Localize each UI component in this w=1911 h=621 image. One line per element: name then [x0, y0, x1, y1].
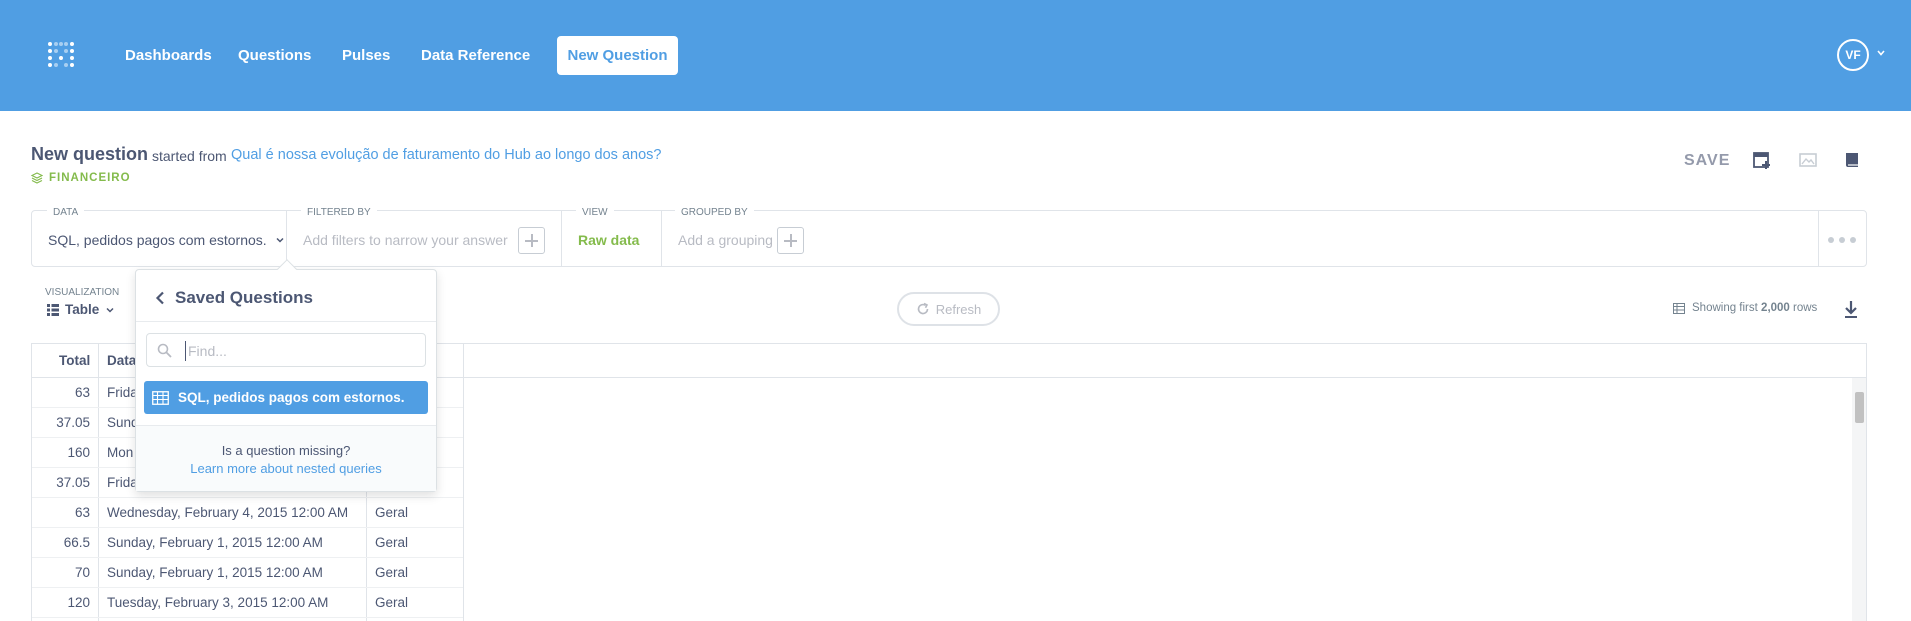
data-source-value: SQL, pedidos pagos com estornos. [48, 232, 267, 248]
cell-total: 63 [74, 505, 90, 520]
grouped-by-section-label: GROUPED BY [675, 207, 754, 218]
table-row: 63 Wednesday, February 4, 2015 12:00 AM … [32, 498, 463, 528]
metabase-logo-icon[interactable] [46, 40, 76, 70]
popover-footer [136, 426, 436, 491]
cell-date: Frida [107, 385, 138, 400]
view-selector[interactable]: Raw data [578, 232, 639, 248]
rows-prefix: Showing first [1692, 302, 1758, 314]
source-question-link[interactable]: Qual é nossa evolução de faturamento do … [231, 147, 661, 163]
cell-total: 37.05 [56, 415, 90, 430]
cell-date: Mon [107, 445, 134, 460]
refresh-icon [917, 302, 929, 315]
cell-total: 160 [67, 445, 90, 460]
column-divider [463, 343, 464, 621]
visualization-selector[interactable]: Table [47, 302, 115, 317]
download-icon[interactable] [1843, 299, 1859, 319]
cell-category: Geral [375, 505, 409, 520]
table-icon [152, 390, 169, 405]
cell-date: Sunday, February 1, 2015 12:00 AM [107, 565, 323, 580]
cell-date: Sunday, February 1, 2015 12:00 AM [107, 535, 323, 550]
rows-count: 2,000 [1761, 302, 1790, 314]
started-from-text: started from [152, 148, 227, 164]
page-title: New question [31, 144, 149, 164]
chevron-left-icon [155, 291, 164, 305]
refresh-label: Refresh [935, 301, 982, 317]
table-row: 66.5 Sunday, February 1, 2015 12:00 AM G… [32, 528, 463, 558]
visualization-label: VISUALIZATION [45, 287, 120, 298]
add-to-dashboard-icon[interactable] [1752, 150, 1772, 170]
cell-total: 66.5 [63, 535, 90, 550]
cell-date: Tuesday, February 3, 2015 12:00 AM [107, 595, 329, 610]
more-options-icon[interactable] [1828, 237, 1856, 243]
reference-icon[interactable] [1842, 150, 1862, 170]
visualization-value: Table [65, 302, 100, 317]
add-grouping-placeholder[interactable]: Add a grouping [678, 232, 773, 248]
search-icon [157, 343, 172, 358]
data-section-label: DATA [47, 207, 85, 218]
cell-date: Wednesday, February 4, 2015 12:00 AM [107, 505, 349, 520]
table-row: 70 Sunday, February 1, 2015 12:00 AM Ger… [32, 558, 463, 588]
table-icon [47, 303, 59, 316]
add-grouping-button[interactable] [777, 227, 804, 254]
cell-date: Frida [107, 475, 138, 490]
saved-question-item[interactable]: SQL, pedidos pagos com estornos. [144, 381, 428, 414]
nav-questions[interactable]: Questions [238, 47, 311, 64]
table-row: 120 Tuesday, February 3, 2015 12:00 AM G… [32, 588, 463, 618]
popover-title: Saved Questions [175, 288, 313, 307]
chevron-down-icon [276, 237, 284, 243]
cell-total: 120 [67, 595, 90, 610]
missing-question-text: Is a question missing? [221, 443, 351, 458]
view-section-label: VIEW [576, 207, 614, 218]
nested-queries-link[interactable]: Learn more about nested queries [136, 461, 436, 476]
nav-dashboards[interactable]: Dashboards [125, 47, 212, 64]
cell-total: 37.05 [56, 475, 90, 490]
cell-total: 63 [74, 385, 90, 400]
add-filter-button[interactable] [518, 227, 545, 254]
chevron-down-icon [106, 307, 114, 313]
cell-category: Geral [375, 565, 409, 580]
column-header-total[interactable]: Total [59, 353, 90, 368]
cell-date: Sund [107, 415, 139, 430]
cell-category: Geral [375, 595, 409, 610]
row-count-info: Showing first 2,000 rows [1673, 302, 1817, 314]
cell-total: 70 [74, 565, 90, 580]
rows-suffix: rows [1793, 302, 1818, 314]
search-box [146, 333, 426, 367]
saved-question-label: SQL, pedidos pagos com estornos. [178, 390, 405, 405]
data-source-selector[interactable]: SQL, pedidos pagos com estornos. [48, 232, 285, 248]
filter-section-label: FILTERED BY [301, 207, 377, 218]
refresh-button[interactable]: Refresh [897, 292, 1000, 326]
nav-pulses[interactable]: Pulses [342, 47, 390, 64]
image-icon[interactable] [1798, 150, 1818, 170]
cell-category: Geral [375, 535, 409, 550]
nav-data-reference[interactable]: Data Reference [421, 47, 530, 64]
scrollbar-thumb[interactable] [1855, 392, 1864, 423]
save-button[interactable]: SAVE [1684, 152, 1730, 170]
section-divider [561, 211, 562, 266]
new-question-button[interactable]: New Question [557, 36, 678, 75]
database-badge[interactable]: FINANCEIRO [31, 172, 131, 184]
database-icon [31, 172, 43, 184]
back-button[interactable]: Saved Questions [155, 288, 313, 308]
database-name: FINANCEIRO [49, 172, 131, 184]
avatar[interactable]: VF [1837, 39, 1869, 71]
chevron-down-icon[interactable] [1876, 48, 1886, 58]
column-header-data[interactable]: Data [107, 353, 136, 368]
section-divider [661, 211, 662, 266]
search-input[interactable] [185, 341, 415, 361]
add-filter-placeholder[interactable]: Add filters to narrow your answer [303, 232, 508, 248]
section-divider [1818, 211, 1819, 266]
table-icon [1673, 302, 1685, 314]
divider [136, 321, 436, 322]
